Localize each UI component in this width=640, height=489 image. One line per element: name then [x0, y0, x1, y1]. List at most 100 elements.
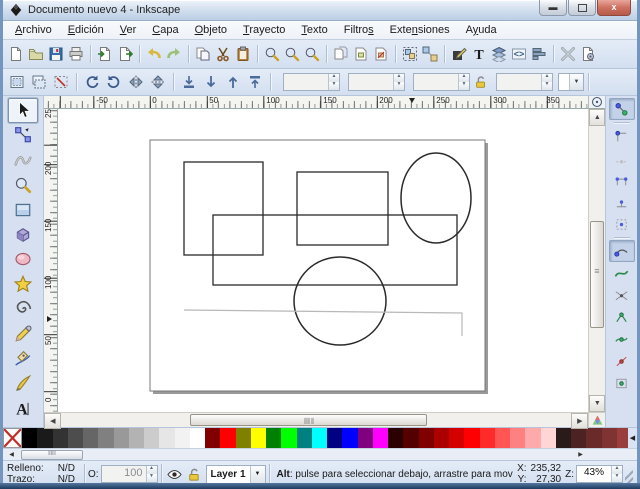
import-button[interactable]	[95, 42, 115, 66]
menu-filtros[interactable]: Filtros	[336, 22, 382, 38]
canvas[interactable]	[58, 109, 588, 412]
deselect-button[interactable]	[50, 70, 72, 94]
node-tool-button[interactable]	[8, 123, 38, 148]
color-swatch[interactable]	[83, 428, 98, 448]
menu-objeto[interactable]: Objeto	[187, 22, 235, 38]
menu-texto[interactable]: Texto	[293, 22, 335, 38]
lock-ratio-icon[interactable]	[474, 75, 488, 89]
color-managed-view-toggle[interactable]	[588, 413, 605, 427]
rotate-ccw-button[interactable]	[81, 70, 103, 94]
lower-to-bottom-button[interactable]	[178, 70, 200, 94]
snap-midpoints-button[interactable]	[609, 350, 635, 372]
color-swatch[interactable]	[205, 428, 220, 448]
xml-editor-button[interactable]: <>	[509, 42, 529, 66]
color-swatch[interactable]	[556, 428, 571, 448]
snap-cusp-nodes-button[interactable]	[609, 306, 635, 328]
color-swatch[interactable]	[403, 428, 418, 448]
color-swatch[interactable]	[586, 428, 601, 448]
duplicate-button[interactable]	[331, 42, 351, 66]
layer-lock-icon[interactable]	[186, 467, 201, 482]
color-swatch[interactable]	[251, 428, 266, 448]
color-swatch[interactable]	[327, 428, 342, 448]
menu-trayecto[interactable]: Trayecto	[235, 22, 293, 38]
color-swatch[interactable]	[373, 428, 388, 448]
undo-button[interactable]	[144, 42, 164, 66]
layer-visibility-eye-icon[interactable]	[167, 467, 182, 482]
zoom-drawing-button[interactable]	[282, 42, 302, 66]
zoom-spinbox[interactable]: 43% ▲▼	[576, 465, 623, 483]
rectangle-tool-button[interactable]	[8, 197, 38, 222]
color-swatch[interactable]	[525, 428, 540, 448]
color-swatch[interactable]	[159, 428, 174, 448]
ungroup-objects-button[interactable]	[420, 42, 440, 66]
color-swatch[interactable]	[480, 428, 495, 448]
open-document-button[interactable]	[26, 42, 46, 66]
selector-tool-button[interactable]	[8, 98, 38, 123]
snap-smooth-nodes-button[interactable]	[609, 328, 635, 350]
save-document-button[interactable]	[46, 42, 66, 66]
color-swatch[interactable]	[464, 428, 479, 448]
height-spinbox[interactable]: ▲▼	[496, 73, 553, 91]
unit-dropdown[interactable]: ▼	[558, 73, 584, 91]
pencil-tool-button[interactable]	[8, 322, 38, 347]
menu-ver[interactable]: Ver	[112, 22, 145, 38]
palette-scrollbar-right[interactable]: ▶	[576, 450, 585, 459]
scroll-down-button[interactable]: ▼	[589, 395, 605, 412]
snap-bbox-corners-button[interactable]	[609, 169, 635, 191]
color-swatch[interactable]	[220, 428, 235, 448]
inkscape-preferences-button[interactable]	[558, 42, 578, 66]
lower-button[interactable]	[200, 70, 222, 94]
color-swatch[interactable]	[571, 428, 586, 448]
flip-horizontal-button[interactable]	[125, 70, 147, 94]
color-swatch[interactable]	[281, 428, 296, 448]
snap-paths-button[interactable]	[609, 262, 635, 284]
zoom-page-button[interactable]	[302, 42, 322, 66]
palette-scrollbar-left[interactable]: ◀	[7, 450, 16, 459]
print-document-button[interactable]	[66, 42, 86, 66]
ellipse-tool-button[interactable]	[8, 247, 38, 272]
enable-snapping-button[interactable]	[609, 98, 635, 120]
group-objects-button[interactable]	[400, 42, 420, 66]
tweak-tool-button[interactable]	[8, 148, 38, 173]
resize-grip[interactable]	[625, 464, 633, 484]
menu-ayuda[interactable]: Ayuda	[458, 22, 505, 38]
palette-scrollbar-thumb[interactable]: ⦀⦀⦀	[21, 450, 83, 460]
star-tool-button[interactable]	[8, 272, 38, 297]
redo-button[interactable]	[164, 42, 184, 66]
titlebar[interactable]: Documento nuevo 4 - Inkscape ▬ x	[3, 0, 637, 21]
color-swatch[interactable]	[98, 428, 113, 448]
calligraphy-tool-button[interactable]	[8, 371, 38, 396]
color-swatch[interactable]	[602, 428, 617, 448]
select-all-layers-button[interactable]	[28, 70, 50, 94]
flip-vertical-button[interactable]	[147, 70, 169, 94]
export-button[interactable]	[115, 42, 135, 66]
rotate-cw-button[interactable]	[103, 70, 125, 94]
menu-capa[interactable]: Capa	[144, 22, 186, 38]
fill-stroke-indicator[interactable]: Relleno: N/D Trazo: N/D	[3, 463, 81, 485]
menu-archivo[interactable]: Archivo	[7, 22, 60, 38]
snap-bounding-box-button[interactable]	[609, 125, 635, 147]
color-swatch[interactable]	[510, 428, 525, 448]
horizontal-scroll-thumb[interactable]: ⦀⦀⦀	[190, 414, 427, 426]
color-swatch[interactable]	[236, 428, 251, 448]
layers-dialog-button[interactable]	[489, 42, 509, 66]
palette-scroll-left-arrow[interactable]: ◀	[628, 428, 637, 448]
select-all-button[interactable]	[6, 70, 28, 94]
x-spinbox[interactable]: ▲▼	[283, 73, 340, 91]
color-swatch[interactable]	[541, 428, 556, 448]
color-swatch[interactable]	[449, 428, 464, 448]
color-swatch[interactable]	[495, 428, 510, 448]
spiral-tool-button[interactable]	[8, 297, 38, 322]
no-color-swatch[interactable]	[3, 428, 22, 448]
color-swatch[interactable]	[312, 428, 327, 448]
layer-dropdown[interactable]: Layer 1 ▼	[206, 465, 266, 484]
restore-button[interactable]	[568, 0, 596, 16]
width-spinbox[interactable]: ▲▼	[413, 73, 470, 91]
color-swatch[interactable]	[358, 428, 373, 448]
cut-button[interactable]	[213, 42, 233, 66]
menu-extensiones[interactable]: Extensiones	[382, 22, 458, 38]
new-document-button[interactable]	[6, 42, 26, 66]
snap-nodes-button[interactable]	[609, 240, 635, 262]
unit-dropdown-arrow[interactable]: ▼	[569, 74, 583, 90]
color-swatch[interactable]	[434, 428, 449, 448]
